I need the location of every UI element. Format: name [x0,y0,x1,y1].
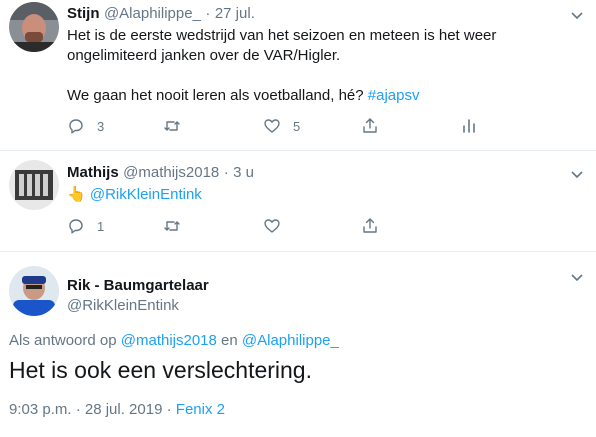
analytics-button[interactable] [460,115,478,137]
timestamp[interactable]: 27 jul. [215,5,255,22]
tweet-meta: 9:03 p.m. · 28 jul. 2019 · Fenix 2 [9,401,225,418]
reply-button[interactable]: 3 [67,115,104,137]
like-button[interactable]: 5 [263,115,300,137]
chevron-down-icon[interactable] [568,6,586,24]
reply-icon [69,219,83,234]
heart-icon [264,219,280,233]
analytics-icon [463,119,475,133]
tweet-text-line: We gaan het nooit leren als voetballand,… [67,86,587,106]
source-link[interactable]: Fenix 2 [176,401,225,418]
tweet-header: Stijn @Alaphilippe_ · 27 jul. [67,4,255,24]
reply-context: Als antwoord op @mathijs2018 en @Alaphil… [9,332,339,349]
avatar[interactable] [9,2,59,52]
share-icon [363,118,377,133]
author-name[interactable]: Stijn [67,5,100,22]
action-bar: 3 5 [67,115,487,137]
tweet-mathijs[interactable]: Mathijs @mathijs2018 · 3 u 👆 @RikKleinEn… [0,151,596,251]
tweet-text-line: ongelimiteerd janken over de VAR/Higler. [67,47,341,64]
share-button[interactable] [361,215,379,237]
author-handle[interactable]: @mathijs2018 [123,164,219,181]
main-tweet-text: Het is ook een verslechtering. [9,357,312,383]
timestamp[interactable]: 3 u [233,164,254,181]
separator: · [223,164,229,181]
tweet-stijn[interactable]: Stijn @Alaphilippe_ · 27 jul. Het is de … [0,0,596,150]
reply-button[interactable]: 1 [67,215,104,237]
mention-link[interactable]: @RikKleinEntink [90,186,202,203]
retweet-button[interactable] [163,115,181,137]
author-handle[interactable]: @Alaphilippe_ [104,5,201,22]
heart-icon [264,119,280,133]
share-icon [363,218,377,233]
pointing-up-emoji: 👆 [67,186,86,203]
reply-prefix: Als antwoord op [9,332,117,349]
separator: · [205,5,211,22]
author-handle-row[interactable]: @RikKleinEntink [67,296,179,316]
chevron-down-icon[interactable] [568,268,586,286]
share-button[interactable] [361,115,379,137]
retweet-icon [164,221,180,231]
author-name[interactable]: Mathijs [67,164,119,181]
like-count: 5 [293,118,301,134]
author-name[interactable]: Rik - Baumgartelaar [67,277,209,294]
tweet-header: Mathijs @mathijs2018 · 3 u [67,163,254,183]
avatar[interactable] [9,160,59,210]
reply-count: 3 [97,118,105,134]
retweet-icon [164,121,180,131]
reply-icon [69,119,83,134]
main-tweet: Rik - Baumgartelaar @RikKleinEntink Als … [0,252,596,437]
tweet-text: 👆 @RikKleinEntink [67,185,587,205]
reply-count: 1 [97,218,105,234]
tweet-text: Het is de eerste wedstrijd van het seizo… [67,26,587,106]
chevron-down-icon[interactable] [568,165,586,183]
author-handle[interactable]: @RikKleinEntink [67,297,179,314]
action-bar: 1 [67,215,487,237]
tweet-text-line3: We gaan het nooit leren als voetballand,… [67,87,364,104]
timestamp[interactable]: 9:03 p.m. · 28 jul. 2019 [9,401,162,418]
reply-and: en [221,332,238,349]
like-button[interactable] [263,215,281,237]
separator: · [166,401,172,418]
hashtag-link[interactable]: #ajapsv [368,87,420,104]
retweet-button[interactable] [163,215,181,237]
avatar[interactable] [9,266,59,316]
author-name-row[interactable]: Rik - Baumgartelaar [67,276,209,296]
tweet-text-line: Het is de eerste wedstrijd van het seizo… [67,27,497,44]
reply-user-link[interactable]: @mathijs2018 [121,332,217,349]
reply-user-link[interactable]: @Alaphilippe_ [242,332,339,349]
